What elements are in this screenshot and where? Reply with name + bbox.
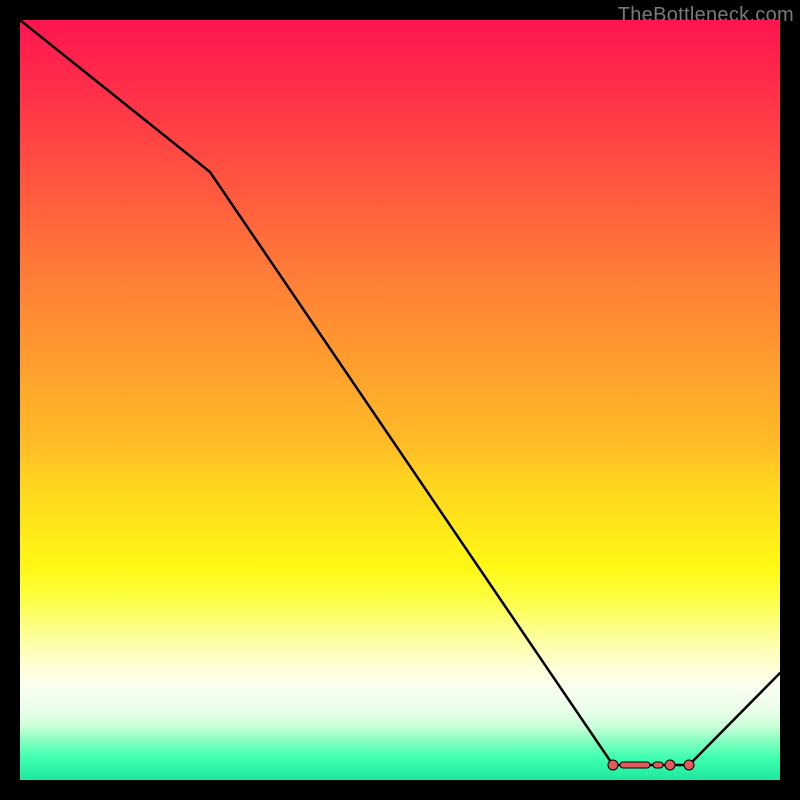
data-line — [20, 20, 780, 765]
line-plot — [20, 20, 780, 780]
plot-area — [20, 20, 780, 780]
chart-container: TheBottleneck.com — [0, 0, 800, 800]
